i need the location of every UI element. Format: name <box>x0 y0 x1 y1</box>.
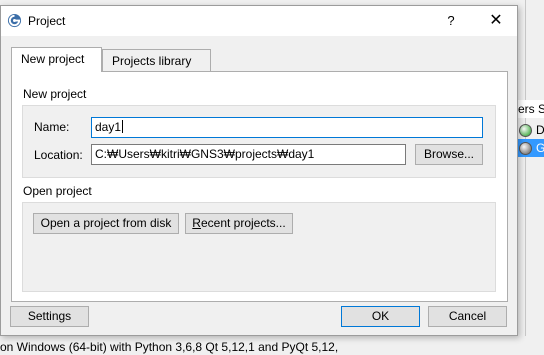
browse-button[interactable]: Browse... <box>415 144 483 165</box>
background-list-item-label: G <box>536 141 544 155</box>
dialog-titlebar: Project ? ✕ <box>1 6 517 36</box>
settings-button[interactable]: Settings <box>10 306 89 327</box>
location-label: Location: <box>34 148 83 162</box>
name-label: Name: <box>34 120 70 134</box>
text-caret <box>122 120 124 133</box>
ok-button[interactable]: OK <box>341 306 420 327</box>
status-dot-icon <box>519 124 532 137</box>
gns3-logo-icon <box>7 13 22 28</box>
recent-projects-label: ecent projects... <box>200 216 286 230</box>
project-dialog: Project ? ✕ New project Projects library… <box>0 5 518 336</box>
open-project-group-title: Open project <box>23 184 92 198</box>
background-list-item-selected[interactable]: G <box>518 139 544 157</box>
status-bar: on Windows (64-bit) with Python 3,6,8 Qt… <box>0 337 544 355</box>
tab-panel-new-project: New project Name: day1 Location: C:₩User… <box>11 71 508 302</box>
new-project-group-title: New project <box>23 87 87 101</box>
background-list-item-label: D <box>536 123 544 137</box>
help-button[interactable]: ? <box>438 8 464 34</box>
tab-new-project[interactable]: New project <box>11 47 102 72</box>
name-input-value: day1 <box>95 120 122 134</box>
background-window-edge <box>518 0 544 336</box>
mnemonic-letter: R <box>192 216 201 230</box>
background-column-header: ers S <box>518 100 544 118</box>
close-button[interactable]: ✕ <box>483 8 509 34</box>
name-input[interactable]: day1 <box>91 117 483 138</box>
dialog-title: Project <box>28 14 66 28</box>
location-input[interactable]: C:₩Users₩kitri₩GNS3₩projects₩day1 <box>91 144 406 165</box>
open-project-group: Open a project from disk Recent projects… <box>22 202 496 292</box>
new-project-group: Name: day1 Location: C:₩Users₩kitri₩GNS3… <box>22 105 496 178</box>
open-project-from-disk-button[interactable]: Open a project from disk <box>33 213 179 234</box>
tab-projects-library[interactable]: Projects library <box>102 49 211 71</box>
background-list-item[interactable]: D <box>518 121 544 139</box>
status-dot-icon <box>519 142 532 155</box>
cancel-button[interactable]: Cancel <box>428 306 507 327</box>
recent-projects-button[interactable]: Recent projects... <box>185 213 293 234</box>
